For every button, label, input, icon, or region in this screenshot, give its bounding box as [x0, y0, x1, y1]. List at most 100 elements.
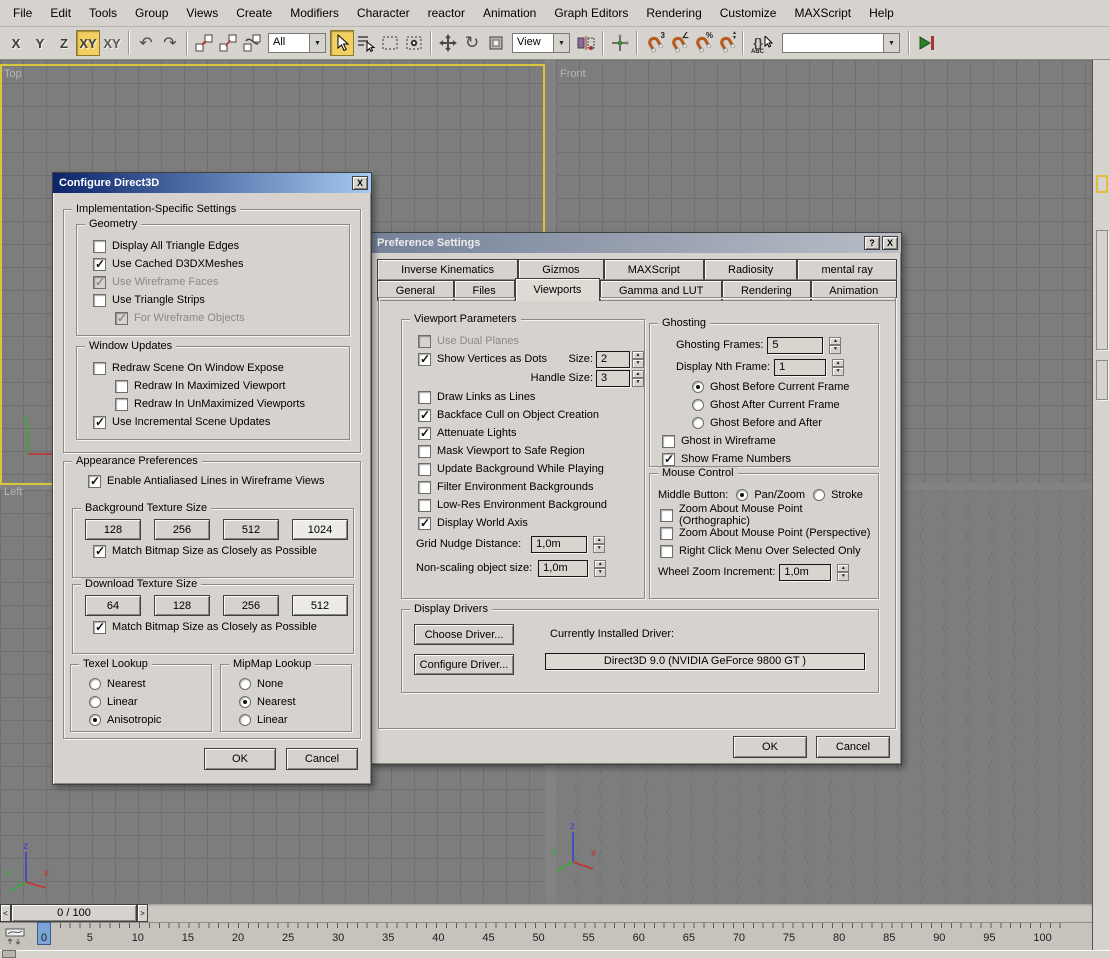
- cancel-button[interactable]: Cancel: [816, 736, 890, 758]
- radio-button[interactable]: [736, 489, 748, 501]
- nonscaling-size-field[interactable]: 1,0m: [538, 560, 588, 577]
- select-by-name-button[interactable]: [354, 30, 378, 56]
- select-object-button[interactable]: [330, 30, 354, 56]
- preferences-tab[interactable]: Inverse Kinematics: [377, 259, 518, 280]
- checkbox-row[interactable]: Redraw In Maximized Viewport: [91, 377, 349, 395]
- grid-nudge-spinner[interactable]: ▲▼: [593, 536, 605, 553]
- unlink-selection-button[interactable]: [216, 30, 240, 56]
- time-slider[interactable]: < 0 / 100 >: [0, 903, 1092, 922]
- checkbox-row[interactable]: Update Background While Playing: [416, 460, 644, 478]
- radio-row[interactable]: Nearest: [237, 693, 351, 711]
- select-and-rotate-button[interactable]: ↻: [460, 30, 484, 56]
- checkbox-row[interactable]: Match Bitmap Size as Closely as Possible: [91, 542, 353, 560]
- next-frame-button[interactable]: >: [137, 904, 148, 922]
- chevron-down-icon[interactable]: ▼: [883, 34, 899, 52]
- ok-button[interactable]: OK: [204, 748, 276, 770]
- menu-item[interactable]: Graph Editors: [546, 3, 636, 23]
- preferences-tab[interactable]: MAXScript: [604, 259, 704, 280]
- menu-item[interactable]: Customize: [712, 3, 785, 23]
- handle-size-spinner[interactable]: ▲▼: [632, 370, 644, 387]
- radio-row[interactable]: Ghost Before Current Frame: [690, 378, 870, 396]
- radio-button[interactable]: [239, 714, 251, 726]
- menu-item[interactable]: Help: [861, 3, 902, 23]
- frame-ruler[interactable]: 0 5 10 15 20 25 30 35 40 45 50 55 60 65 …: [32, 923, 1062, 951]
- checkbox[interactable]: [418, 427, 431, 440]
- select-and-move-button[interactable]: [436, 30, 460, 56]
- checkbox[interactable]: [662, 435, 675, 448]
- angle-snap-toggle-button[interactable]: ∠: [666, 30, 690, 56]
- preferences-tab[interactable]: Gizmos: [518, 259, 604, 280]
- restrict-z-button[interactable]: Z: [52, 30, 76, 56]
- wheel-zoom-increment-field[interactable]: 1,0m: [779, 564, 831, 581]
- checkbox[interactable]: [660, 509, 673, 522]
- texture-size-button[interactable]: 64: [85, 595, 141, 616]
- checkbox[interactable]: [418, 445, 431, 458]
- menu-item[interactable]: Tools: [81, 3, 125, 23]
- wheel-zoom-spinner[interactable]: ▲▼: [837, 564, 849, 581]
- radio-row[interactable]: Anisotropic: [87, 711, 211, 729]
- checkbox[interactable]: [93, 416, 106, 429]
- checkbox[interactable]: [115, 398, 128, 411]
- radio-button[interactable]: [239, 678, 251, 690]
- bind-to-space-warp-button[interactable]: [240, 30, 264, 56]
- menu-item[interactable]: MAXScript: [786, 3, 859, 23]
- checkbox[interactable]: [418, 353, 431, 366]
- checkbox[interactable]: [93, 545, 106, 558]
- checkbox[interactable]: [418, 409, 431, 422]
- window-crossing-toggle-button[interactable]: [402, 30, 426, 56]
- edit-named-selections-button[interactable]: {} ABC: [748, 30, 778, 56]
- checkbox-row[interactable]: Display World Axis: [416, 514, 644, 532]
- mirror-button[interactable]: [574, 30, 598, 56]
- choose-driver-button[interactable]: Choose Driver...: [414, 624, 514, 645]
- nonscaling-size-spinner[interactable]: ▲▼: [594, 560, 606, 577]
- checkbox-row[interactable]: Mask Viewport to Safe Region: [416, 442, 644, 460]
- radio-button[interactable]: [239, 696, 251, 708]
- percent-snap-toggle-button[interactable]: %: [690, 30, 714, 56]
- radio-button[interactable]: [692, 417, 704, 429]
- menu-item[interactable]: Create: [228, 3, 280, 23]
- checkbox-row[interactable]: Redraw In UnMaximized Viewports: [91, 395, 349, 413]
- select-and-scale-button[interactable]: [484, 30, 508, 56]
- chevron-down-icon[interactable]: ▼: [309, 34, 325, 52]
- snap-xy-button[interactable]: XY: [100, 30, 124, 56]
- menu-item[interactable]: Views: [178, 3, 226, 23]
- previous-frame-button[interactable]: <: [0, 904, 11, 922]
- select-and-link-button[interactable]: [192, 30, 216, 56]
- texture-size-button[interactable]: 256: [154, 519, 210, 540]
- manipulate-button[interactable]: [608, 30, 632, 56]
- menu-item[interactable]: Character: [349, 3, 418, 23]
- restrict-y-button[interactable]: Y: [28, 30, 52, 56]
- configure-driver-button[interactable]: Configure Driver...: [414, 654, 514, 675]
- checkbox[interactable]: [93, 276, 106, 289]
- menu-item[interactable]: Animation: [475, 3, 544, 23]
- checkbox-row[interactable]: Redraw Scene On Window Expose: [91, 359, 349, 377]
- texture-size-button[interactable]: 128: [154, 595, 210, 616]
- menu-item[interactable]: Modifiers: [282, 3, 347, 23]
- track-bar[interactable]: 0 5 10 15 20 25 30 35 40 45 50 55 60 65 …: [0, 922, 1092, 950]
- checkbox-row[interactable]: Low-Res Environment Background: [416, 496, 644, 514]
- handle-size-field[interactable]: 3: [596, 370, 630, 387]
- ok-button[interactable]: OK: [733, 736, 807, 758]
- radio-row[interactable]: Nearest: [87, 675, 211, 693]
- display-nth-frame-field[interactable]: 1: [774, 359, 826, 376]
- snaps-toggle-button[interactable]: 3: [642, 30, 666, 56]
- radio-row[interactable]: Ghost After Current Frame: [690, 396, 870, 414]
- radio-button[interactable]: [692, 381, 704, 393]
- checkbox[interactable]: [662, 453, 675, 466]
- checkbox-row[interactable]: Draw Links as Lines: [416, 388, 644, 406]
- checkbox-row[interactable]: Use Cached D3DXMeshes: [91, 255, 349, 273]
- dialog-titlebar[interactable]: Configure Direct3D X: [53, 173, 371, 193]
- reference-coordinate-dropdown[interactable]: View ▼: [512, 33, 570, 53]
- undo-button[interactable]: ↶: [134, 30, 158, 56]
- texture-size-button[interactable]: 512: [223, 519, 279, 540]
- checkbox[interactable]: [115, 312, 128, 325]
- radio-button[interactable]: [89, 714, 101, 726]
- radio-row[interactable]: Linear: [237, 711, 351, 729]
- checkbox-row[interactable]: Right Click Menu Over Selected Only: [658, 542, 874, 560]
- checkbox-row[interactable]: Filter Environment Backgrounds: [416, 478, 644, 496]
- checkbox[interactable]: [418, 463, 431, 476]
- ghosting-frames-field[interactable]: 5: [767, 337, 823, 354]
- menu-item[interactable]: File: [5, 3, 40, 23]
- checkbox[interactable]: [88, 475, 101, 488]
- radio-button[interactable]: [813, 489, 825, 501]
